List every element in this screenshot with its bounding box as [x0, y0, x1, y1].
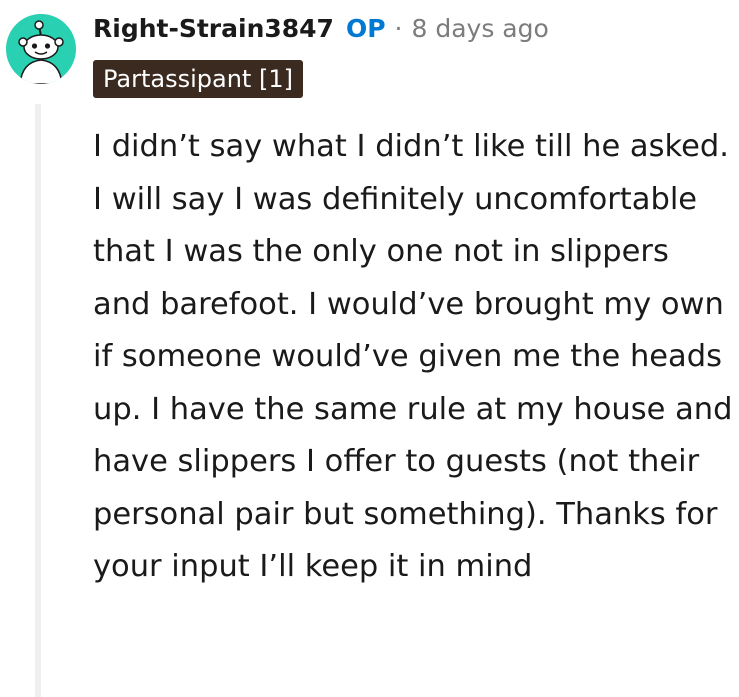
- comment-body: I didn’t say what I didn’t like till he …: [93, 129, 733, 584]
- thread-line[interactable]: [35, 104, 41, 697]
- user-flair: Partassipant [1]: [93, 60, 303, 98]
- op-badge: OP: [345, 13, 386, 43]
- meta-separator: ·: [394, 13, 403, 43]
- avatar[interactable]: [6, 14, 76, 84]
- username[interactable]: Right-Strain3847: [93, 14, 334, 43]
- timestamp[interactable]: 8 days ago: [411, 14, 548, 43]
- comment: Right-Strain3847 OP · 8 days ago Partass…: [0, 0, 739, 697]
- comment-header: Right-Strain3847 OP · 8 days ago: [93, 8, 549, 48]
- reddit-snoo-icon: [18, 20, 64, 84]
